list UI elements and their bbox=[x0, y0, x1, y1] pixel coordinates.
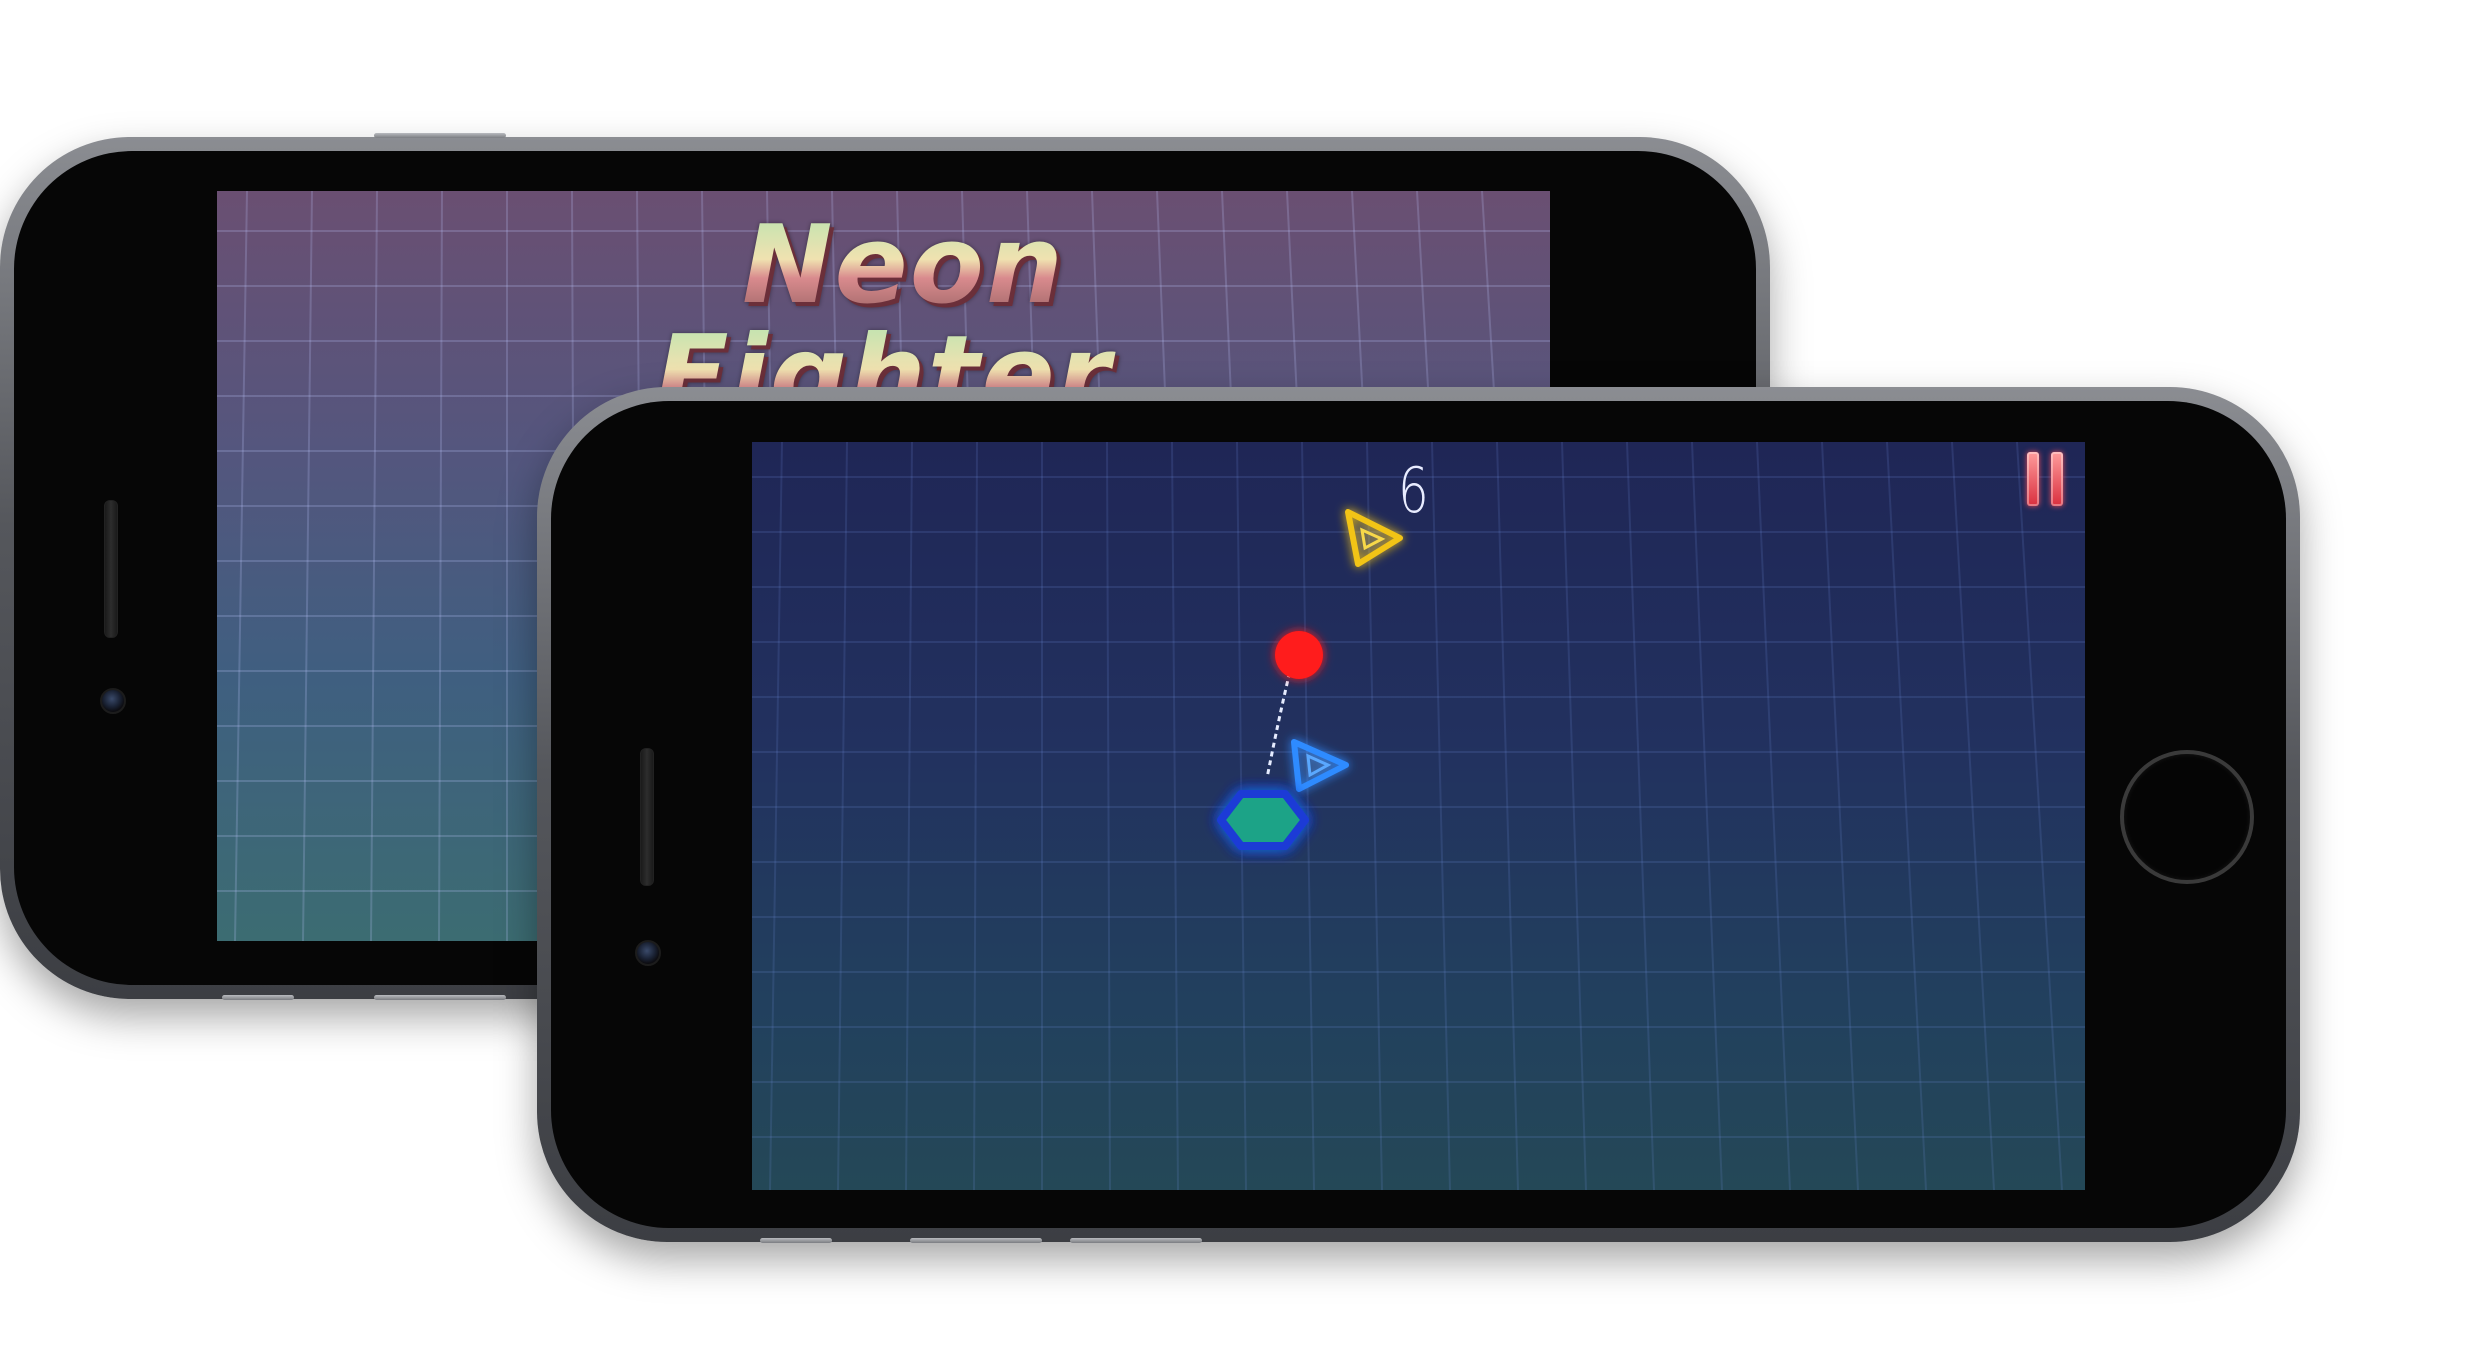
phone-front-camera bbox=[635, 940, 661, 966]
phone-back-speaker bbox=[104, 500, 118, 638]
game-screen[interactable]: 6 bbox=[752, 442, 2085, 1190]
phone-back-top-button bbox=[374, 133, 506, 138]
red-target-ball bbox=[1275, 631, 1323, 679]
blue-enemy-triangle-icon bbox=[1291, 739, 1349, 792]
game-field bbox=[1217, 509, 1403, 850]
yellow-enemy-triangle-icon bbox=[1345, 509, 1403, 567]
score-counter: 6 bbox=[1398, 454, 1429, 527]
player-hexagon-icon bbox=[1217, 790, 1309, 850]
promo-stage: Neon Fighter 6 bbox=[0, 0, 2477, 1356]
phone-front-speaker bbox=[640, 748, 654, 886]
game-title-line1: Neon bbox=[217, 203, 1550, 328]
phone-front-bottom-button-3 bbox=[1070, 1238, 1202, 1243]
phone-front-bottom-button-1 bbox=[760, 1238, 832, 1243]
home-button[interactable] bbox=[2120, 750, 2254, 884]
pause-icon bbox=[2027, 452, 2039, 506]
pause-button[interactable] bbox=[2025, 452, 2065, 508]
pause-icon-bar bbox=[2051, 452, 2063, 506]
phone-back-bottom-button-1 bbox=[222, 995, 294, 1000]
phone-back-bottom-button-2 bbox=[374, 995, 506, 1000]
phone-front-bottom-button-2 bbox=[910, 1238, 1042, 1243]
phone-back-camera bbox=[100, 688, 126, 714]
